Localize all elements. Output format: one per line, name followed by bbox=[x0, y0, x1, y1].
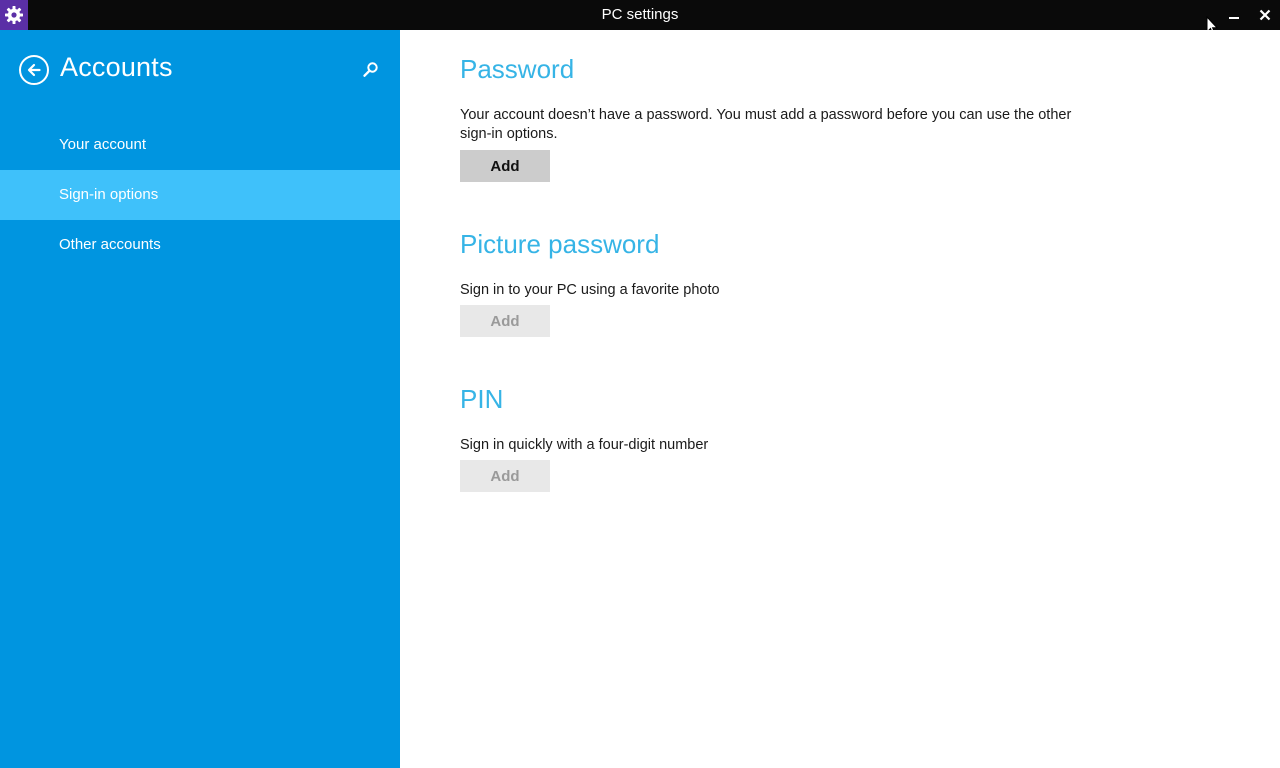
password-description: Your account doesn’t have a password. Yo… bbox=[460, 107, 1072, 142]
close-button[interactable] bbox=[1250, 0, 1280, 30]
sidebar-item-sign-in-options[interactable]: Sign-in options bbox=[0, 170, 400, 220]
picture-password-description: Sign in to your PC using a favorite phot… bbox=[460, 282, 720, 298]
sidebar-item-other-accounts[interactable]: Other accounts bbox=[0, 220, 400, 270]
minimize-icon bbox=[1229, 17, 1239, 19]
sidebar-title: Accounts bbox=[60, 52, 173, 82]
picture-password-section-title: Picture password bbox=[460, 229, 660, 259]
sidebar-item-label: Sign-in options bbox=[59, 186, 159, 203]
add-pin-button: Add bbox=[460, 460, 550, 492]
sidebar-item-label: Your account bbox=[59, 136, 147, 153]
password-section-title: Password bbox=[460, 54, 575, 84]
pin-section-title: PIN bbox=[460, 384, 504, 414]
add-picture-password-button: Add bbox=[460, 305, 550, 337]
close-icon bbox=[1259, 9, 1271, 21]
window-title: PC settings bbox=[601, 6, 679, 23]
sidebar: Accounts Your account Sign-in options Ot… bbox=[0, 30, 400, 768]
main-content: Password Your account doesn’t have a pas… bbox=[400, 30, 1280, 768]
add-password-button[interactable]: Add bbox=[460, 150, 550, 182]
back-button[interactable] bbox=[19, 55, 49, 85]
pin-description: Sign in quickly with a four-digit number bbox=[460, 437, 709, 453]
search-button[interactable] bbox=[362, 61, 380, 79]
back-arrow-icon bbox=[27, 63, 41, 77]
title-bar: PC settings bbox=[0, 0, 1280, 36]
search-icon bbox=[363, 62, 378, 77]
sidebar-item-your-account[interactable]: Your account bbox=[0, 120, 400, 170]
minimize-button[interactable] bbox=[1219, 0, 1249, 30]
sidebar-item-label: Other accounts bbox=[59, 236, 161, 253]
